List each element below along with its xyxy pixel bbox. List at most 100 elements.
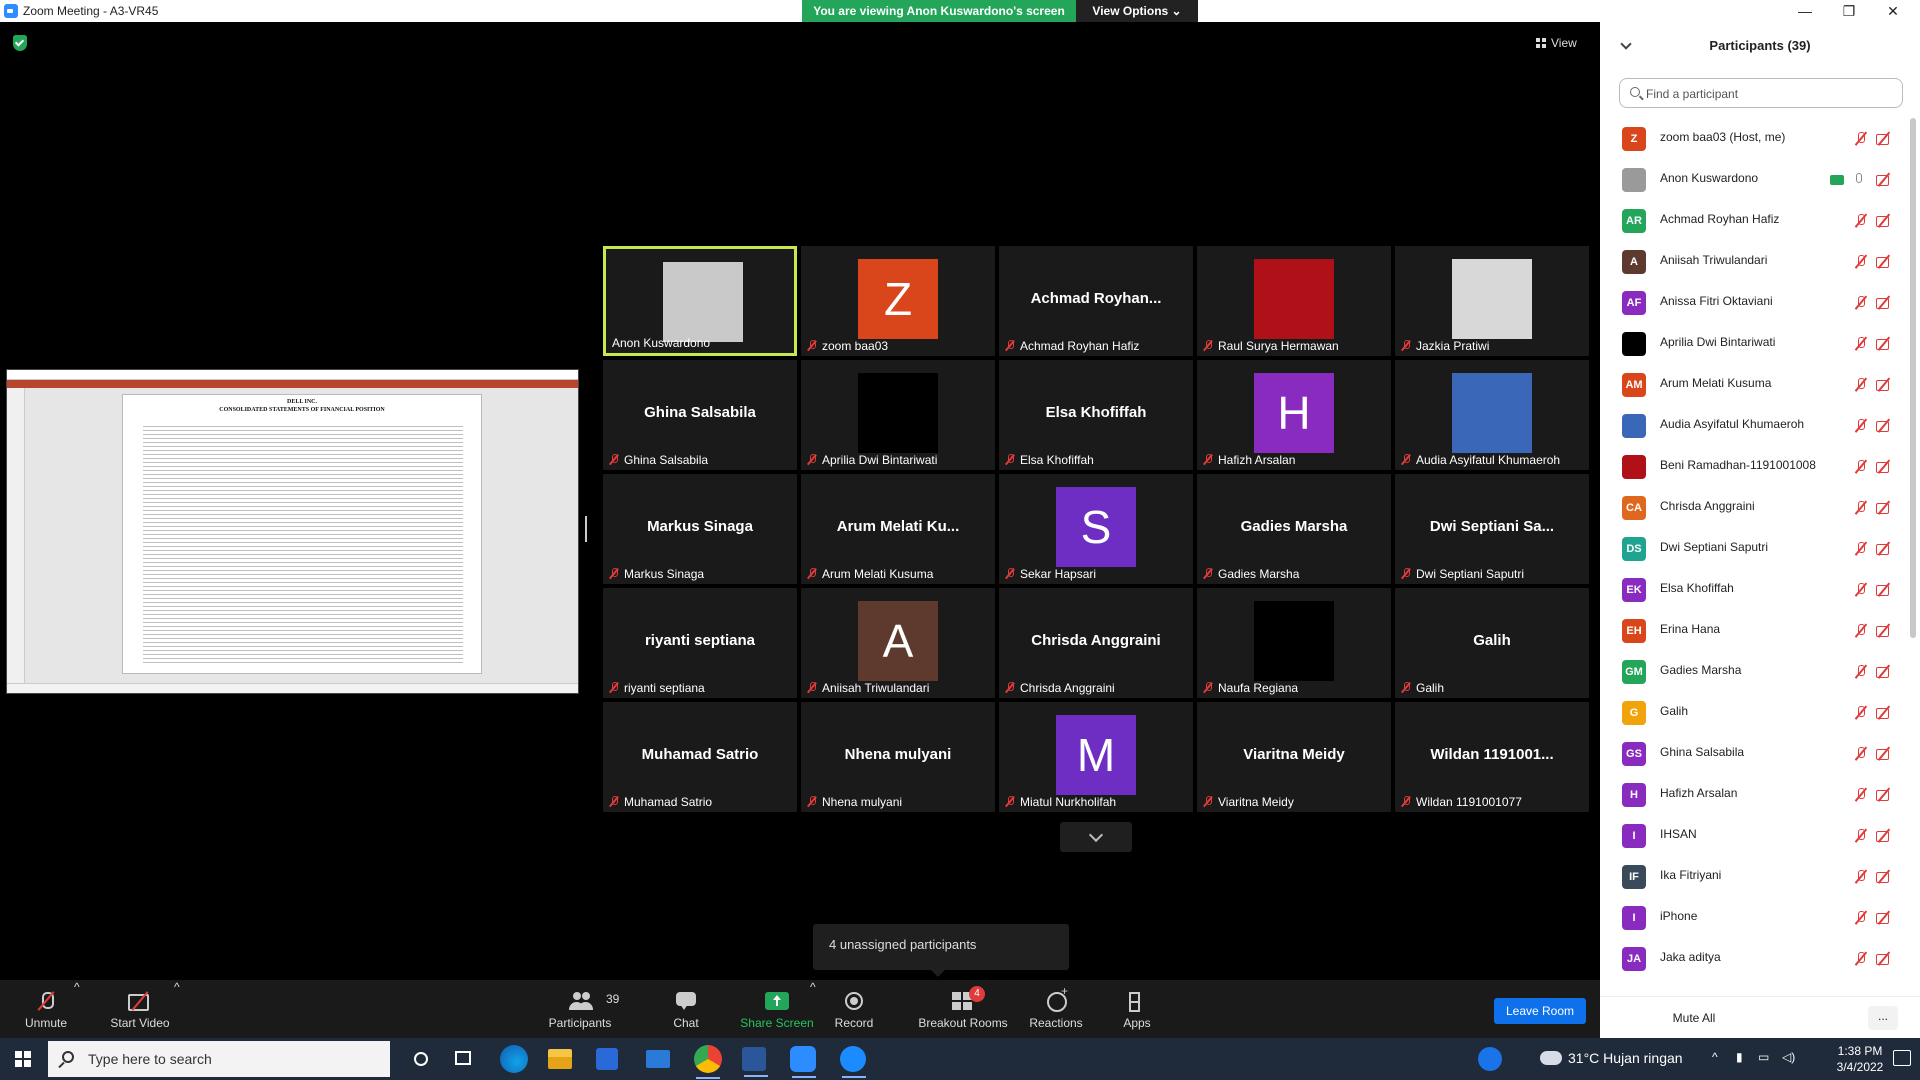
apps-button[interactable]: Apps (1116, 980, 1158, 1038)
word-icon[interactable] (742, 1047, 768, 1077)
participant-row[interactable]: Anon Kuswardono (1600, 159, 1910, 200)
split-divider-handle[interactable] (585, 516, 587, 542)
audio-options-caret[interactable]: ^ (74, 980, 80, 994)
participant-row[interactable]: GS Ghina Salsabila (1600, 733, 1910, 774)
participants-list[interactable]: Zzoom baa03 (Host, me) Anon Kuswardono AR A… (1600, 118, 1910, 996)
minimize-button[interactable]: — (1796, 2, 1814, 20)
shared-screen-view[interactable]: DELL INC. CONSOLIDATED STATEMENTS OF FIN… (6, 369, 579, 694)
notification-icon[interactable] (1893, 1050, 1911, 1066)
video-tile[interactable]: S Sekar Hapsari (999, 474, 1193, 584)
participant-row[interactable]: JA Jaka aditya (1600, 938, 1910, 979)
security-shield-icon[interactable] (13, 35, 27, 51)
task-view-icon[interactable] (455, 1051, 471, 1065)
leave-room-button[interactable]: Leave Room (1494, 998, 1586, 1024)
show-hidden-icons-caret[interactable]: ^ (1712, 1050, 1718, 1064)
video-options-caret[interactable]: ^ (174, 980, 180, 994)
video-tile[interactable]: M Miatul Nurkholifah (999, 702, 1193, 812)
participant-row[interactable]: IiPhone (1600, 897, 1910, 938)
video-tile[interactable]: riyanti septiana riyanti septiana (603, 588, 797, 698)
participant-row[interactable]: DS Dwi Septiani Saputri (1600, 528, 1910, 569)
video-tile[interactable]: Wildan 1191001... Wildan 1191001077 (1395, 702, 1589, 812)
participant-row[interactable]: CA Chrisda Anggraini (1600, 487, 1910, 528)
participant-search-box[interactable] (1619, 78, 1903, 108)
mute-all-button[interactable]: Mute All (1654, 1006, 1734, 1030)
unmute-button[interactable]: Unmute (14, 980, 78, 1038)
tile-name-text: Galih (1416, 681, 1445, 695)
video-tile[interactable]: Markus Sinaga Markus Sinaga (603, 474, 797, 584)
video-tile[interactable]: Jazkia Pratiwi (1395, 246, 1589, 356)
participants-scrollbar[interactable] (1910, 118, 1916, 638)
participant-row[interactable]: AM Arum Melati Kusuma (1600, 364, 1910, 405)
more-options-button[interactable]: ... (1868, 1006, 1898, 1030)
taskbar-clock[interactable]: 1:38 PM 3/4/2022 (1833, 1043, 1887, 1075)
video-tile[interactable]: Aprilia Dwi Bintariwati (801, 360, 995, 470)
gallery-next-page-button[interactable] (1060, 822, 1132, 852)
restore-button[interactable]: ❐ (1840, 2, 1858, 20)
edge-icon[interactable] (500, 1045, 528, 1073)
volume-icon[interactable]: ◁) (1782, 1050, 1795, 1064)
store-icon[interactable] (596, 1048, 618, 1070)
video-tile[interactable]: Anon Kuswardono (603, 246, 797, 356)
mic-muted-icon (1854, 460, 1868, 474)
video-tile[interactable]: Chrisda Anggraini Chrisda Anggraini (999, 588, 1193, 698)
participant-row[interactable]: AR Achmad Royhan Hafiz (1600, 200, 1910, 241)
weather-text[interactable]: 31°C Hujan ringan (1568, 1050, 1683, 1066)
participant-row[interactable]: Beni Ramadhan-1191001008 (1600, 446, 1910, 487)
share-screen-button[interactable]: Share Screen (738, 980, 816, 1038)
participant-row[interactable]: AF Anissa Fitri Oktaviani (1600, 282, 1910, 323)
breakout-rooms-button[interactable]: 4 Breakout Rooms (914, 980, 1012, 1038)
taskbar-search-box[interactable]: Type here to search (48, 1041, 390, 1077)
participant-row[interactable]: G Galih (1600, 692, 1910, 733)
video-tile[interactable]: Dwi Septiani Sa... Dwi Septiani Saputri (1395, 474, 1589, 584)
microphone-tray-icon[interactable]: ▮ (1736, 1050, 1743, 1064)
zoom-taskbar-icon[interactable] (790, 1046, 816, 1078)
windows-start-icon[interactable] (15, 1051, 31, 1067)
chat-button[interactable]: Chat (666, 980, 706, 1038)
video-tile[interactable]: Elsa Khofiffah Elsa Khofiffah (999, 360, 1193, 470)
participant-row[interactable]: EH Erina Hana (1600, 610, 1910, 651)
participant-row[interactable]: A Aniisah Triwulandari (1600, 241, 1910, 282)
video-tile[interactable]: Achmad Royhan... Achmad Royhan Hafiz (999, 246, 1193, 356)
participants-panel-title: Participants (39) (1709, 38, 1811, 53)
participant-row[interactable]: H Hafizh Arsalan (1600, 774, 1910, 815)
file-explorer-icon[interactable] (548, 1049, 572, 1069)
teamviewer-icon[interactable] (840, 1046, 866, 1078)
video-tile[interactable]: A Aniisah Triwulandari (801, 588, 995, 698)
participant-search-input[interactable] (1646, 84, 1896, 104)
participant-row[interactable]: Audia Asyifatul Khumaeroh (1600, 405, 1910, 446)
participant-row[interactable]: Aprilia Dwi Bintariwati (1600, 323, 1910, 364)
help-icon[interactable] (1478, 1047, 1502, 1071)
video-tile[interactable]: Ghina Salsabila Ghina Salsabila (603, 360, 797, 470)
weather-cloud-icon[interactable] (1540, 1051, 1562, 1065)
participant-row[interactable]: Zzoom baa03 (Host, me) (1600, 118, 1910, 159)
chrome-icon[interactable] (694, 1045, 722, 1079)
windows-taskbar: Type here to search 31°C Hujan ringan ^ … (0, 1038, 1920, 1080)
unassigned-participants-popup[interactable]: 4 unassigned participants (813, 924, 1069, 977)
video-tile[interactable]: Naufa Regiana (1197, 588, 1391, 698)
start-video-button[interactable]: Start Video (104, 980, 176, 1038)
participant-row[interactable]: I IHSAN (1600, 815, 1910, 856)
video-tile[interactable]: H Hafizh Arsalan (1197, 360, 1391, 470)
cortana-icon[interactable] (414, 1052, 428, 1066)
record-button[interactable]: Record (830, 980, 878, 1038)
video-tile[interactable]: Audia Asyifatul Khumaeroh (1395, 360, 1589, 470)
mail-icon[interactable] (646, 1050, 670, 1068)
view-layout-button[interactable]: View (1536, 33, 1588, 53)
video-tile[interactable]: Nhena mulyani Nhena mulyani (801, 702, 995, 812)
view-options-button[interactable]: View Options ⌄ (1076, 0, 1198, 22)
participant-row[interactable]: EK Elsa Khofiffah (1600, 569, 1910, 610)
video-tile[interactable]: Arum Melati Ku... Arum Melati Kusuma (801, 474, 995, 584)
video-tile[interactable]: Viaritna Meidy Viaritna Meidy (1197, 702, 1391, 812)
reactions-button[interactable]: Reactions (1026, 980, 1086, 1038)
network-icon[interactable]: ▭ (1758, 1050, 1769, 1064)
participant-row[interactable]: IF Ika Fitriyani (1600, 856, 1910, 897)
share-options-caret[interactable]: ^ (810, 980, 816, 994)
participant-row[interactable]: GM Gadies Marsha (1600, 651, 1910, 692)
participants-button[interactable]: 39 Participants (540, 980, 620, 1038)
video-tile[interactable]: Muhamad Satrio Muhamad Satrio (603, 702, 797, 812)
close-button[interactable]: ✕ (1884, 2, 1902, 20)
video-tile[interactable]: Zzoom baa03 (801, 246, 995, 356)
video-tile[interactable]: Galih Galih (1395, 588, 1589, 698)
video-tile[interactable]: Raul Surya Hermawan (1197, 246, 1391, 356)
video-tile[interactable]: Gadies Marsha Gadies Marsha (1197, 474, 1391, 584)
